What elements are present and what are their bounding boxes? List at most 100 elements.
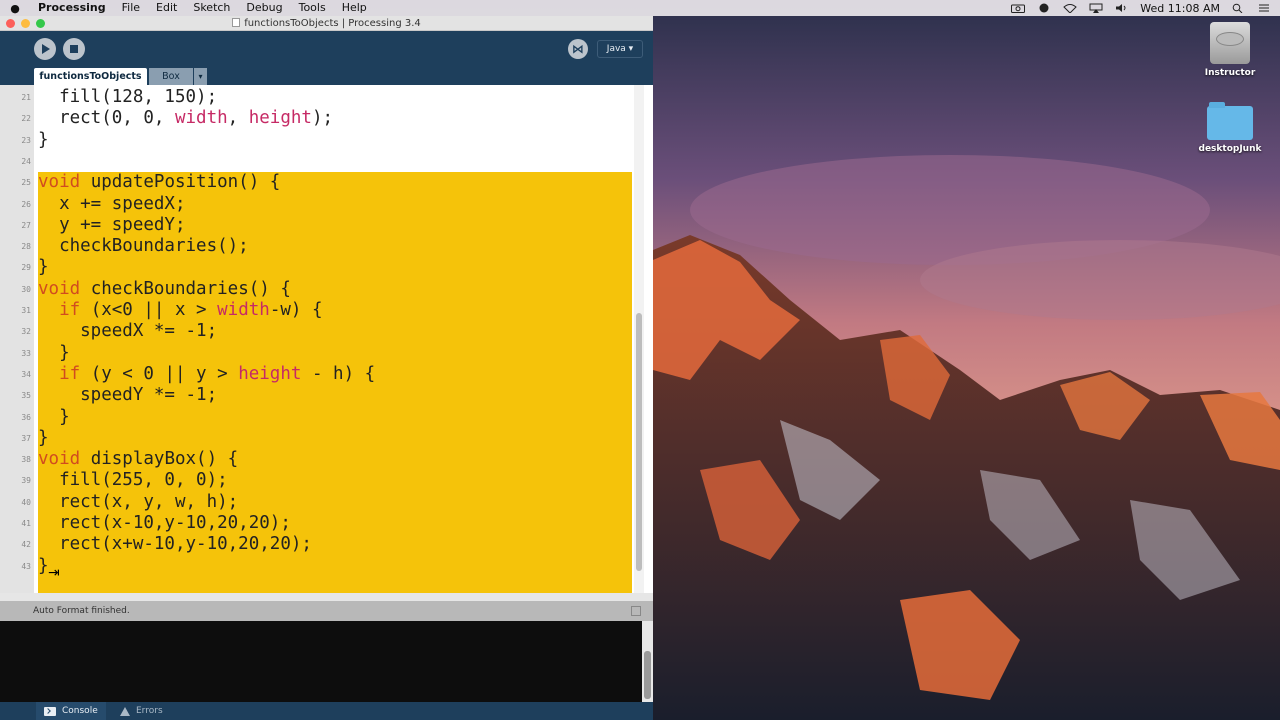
code-line[interactable]: 30 void checkBoundaries() { [0,279,653,300]
tab-menu-button[interactable]: ▾ [194,68,207,85]
code-line[interactable]: 27 y += speedY; [0,215,653,236]
code-line[interactable]: 23} [0,130,653,151]
tab-console[interactable]: Console [36,702,106,720]
code-text: } [38,257,49,278]
minimize-window-icon[interactable] [21,19,30,28]
code-line[interactable]: 37} [0,428,653,449]
desktop-icon-desktopjunk[interactable]: desktopJunk [1195,100,1265,154]
code-text: rect(x+w-10,y-10,20,20); [38,534,312,555]
code-line[interactable]: 22 rect(0, 0, width, height); [0,108,653,129]
stop-button[interactable] [63,38,85,60]
line-number: 41 [21,519,31,528]
volume-icon[interactable] [1114,3,1130,13]
desktop-icon-instructor[interactable]: Instructor [1195,22,1265,78]
bottom-tabs: Console Errors [0,702,653,720]
code-line[interactable]: 32 speedX *= -1; [0,321,653,342]
line-number: 30 [21,284,31,294]
code-line[interactable]: 43} [0,556,653,577]
status-message: Auto Format finished. [33,606,130,616]
menu-debug[interactable]: Debug [238,0,290,16]
editor-scrollbar[interactable] [634,85,644,593]
line-number: 37 [21,433,31,443]
line-number: 33 [21,348,31,358]
debugger-button[interactable]: ⋈ [568,39,588,59]
line-number: 21 [21,93,31,102]
close-window-icon[interactable] [6,19,15,28]
menu-sketch[interactable]: Sketch [185,0,238,16]
menu-edit[interactable]: Edit [148,0,185,16]
console-scrollbar[interactable] [642,621,653,702]
menubar-clock[interactable]: Wed 11:08 AM [1140,2,1220,15]
warning-icon [120,706,130,716]
zoom-window-icon[interactable] [36,19,45,28]
menu-tools[interactable]: Tools [291,0,334,16]
mode-selector[interactable]: Java ▾ [597,40,643,58]
code-line[interactable]: 36 } [0,407,653,428]
code-line[interactable]: 34 if (y < 0 || y > height - h) { [0,364,653,385]
line-number: 38 [21,455,31,465]
code-editor[interactable]: 21 fill(128, 150); 22 rect(0, 0, width, h… [0,85,653,641]
panel-divider[interactable] [0,593,653,601]
editor-scrollbar-thumb[interactable] [636,313,642,571]
code-text: fill(128, 150); [38,87,218,107]
code-line[interactable]: 39 fill(255, 0, 0); [0,470,653,491]
run-button[interactable] [34,38,56,60]
console-output[interactable] [0,621,653,702]
code-line[interactable]: 31 if (x<0 || x > width-w) { [0,300,653,321]
tab-functionstoobjects[interactable]: functionsToObjects [34,68,147,85]
line-number: 42 [21,540,31,550]
window-titlebar: functionsToObjects | Processing 3.4 [0,16,653,31]
code-line[interactable]: 24 [0,151,653,172]
code-line[interactable]: 33 } [0,343,653,364]
code-line[interactable]: 38 void displayBox() { [0,449,653,470]
menu-file[interactable]: File [114,0,148,16]
line-number: 25 [21,178,31,188]
notification-center-icon[interactable] [1256,3,1272,13]
desktop-icon-label: Instructor [1204,68,1256,78]
camera-icon[interactable] [1010,3,1026,13]
airplay-icon[interactable] [1088,3,1104,13]
code-text: } [38,555,49,576]
app-menu[interactable]: Processing [30,0,114,16]
line-number: 28 [21,242,31,252]
line-number: 22 [21,114,31,124]
code-text: } [38,342,70,363]
copy-message-icon[interactable] [631,606,641,616]
wifi-icon[interactable] [1062,3,1078,13]
code-line[interactable]: 41 rect(x-10,y-10,20,20); [0,513,653,534]
code-text: rect(0, 0, width, height); [38,108,334,129]
text-cursor-icon: ⇥ [48,565,60,581]
document-icon [232,18,241,27]
tab-errors[interactable]: Errors [120,702,163,720]
code-line[interactable]: 21 fill(128, 150); [0,87,653,108]
line-number: 31 [21,306,31,315]
apple-menu-icon[interactable]: ● [0,2,30,15]
code-line[interactable]: 29} [0,257,653,278]
code-line[interactable]: 42 rect(x+w-10,y-10,20,20); [0,534,653,555]
code-text: fill(255, 0, 0); [38,470,228,491]
line-number: 34 [21,369,31,379]
processing-window: functionsToObjects | Processing 3.4 ⋈ Ja… [0,16,653,720]
tab-box[interactable]: Box [149,68,193,85]
code-line[interactable]: 40 rect(x, y, w, h); [0,492,653,513]
line-number: 43 [21,561,31,571]
menu-help[interactable]: Help [334,0,375,16]
spotlight-search-icon[interactable] [1230,3,1246,13]
code-text: speedY *= -1; [38,385,218,406]
folder-icon [1207,102,1253,140]
code-line[interactable]: 26 x += speedX; [0,194,653,215]
code-line[interactable]: 25 void updatePosition() { [0,172,653,193]
code-text: } [38,406,70,427]
sketch-tabs: functionsToObjects Box ▾ [0,67,653,85]
console-scrollbar-thumb[interactable] [644,651,651,699]
creative-cloud-icon[interactable] [1036,3,1052,13]
code-line[interactable]: 35 speedY *= -1; [0,385,653,406]
code-text: if (y < 0 || y > height - h) { [59,363,376,384]
line-number: 23 [21,135,31,145]
code-text: } [38,129,49,150]
code-text: y += speedY; [38,214,186,235]
code-line[interactable]: 28 checkBoundaries(); [0,236,653,257]
line-number: 35 [21,391,31,401]
code-text: checkBoundaries(); [38,236,249,257]
toolbar: ⋈ Java ▾ [0,31,653,67]
